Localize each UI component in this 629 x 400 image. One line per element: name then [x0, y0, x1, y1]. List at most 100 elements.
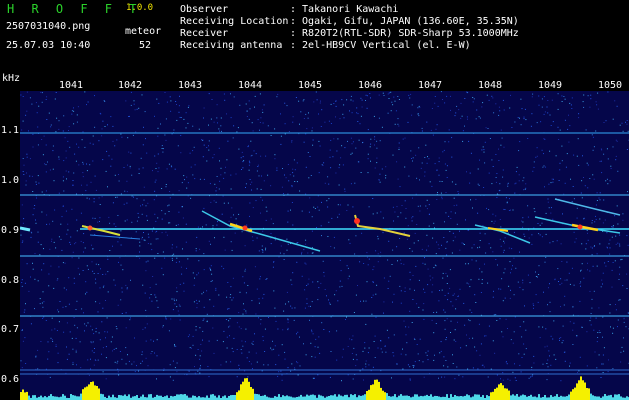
noise-speck: [200, 365, 201, 367]
noise-speck: [375, 316, 377, 318]
noise-speck: [388, 98, 390, 99]
noise-speck: [203, 117, 204, 119]
noise-speck: [73, 277, 75, 279]
histogram-bar: [602, 396, 604, 400]
noise-speck: [82, 163, 84, 165]
noise-speck: [137, 212, 139, 214]
noise-speck: [496, 374, 498, 376]
noise-speck: [547, 198, 549, 200]
info-antenna-label: Receiving antenna: [180, 40, 283, 51]
noise-speck: [225, 319, 227, 320]
noise-speck: [378, 179, 380, 181]
noise-speck: [192, 272, 194, 274]
noise-speck: [444, 163, 446, 165]
noise-speck: [564, 98, 566, 100]
noise-speck: [156, 339, 158, 341]
noise-speck: [580, 270, 581, 272]
noise-speck: [278, 354, 280, 356]
noise-speck: [54, 98, 56, 100]
noise-speck: [502, 176, 504, 178]
noise-speck: [559, 284, 561, 286]
noise-speck: [503, 240, 505, 242]
noise-speck: [174, 367, 176, 369]
noise-speck: [507, 183, 509, 185]
noise-speck: [66, 178, 67, 180]
noise-speck: [284, 351, 286, 353]
noise-speck: [423, 303, 425, 305]
noise-speck: [382, 217, 384, 219]
noise-speck: [261, 249, 263, 250]
noise-speck: [617, 170, 619, 172]
noise-speck: [67, 140, 69, 142]
noise-speck: [519, 326, 521, 328]
noise-speck: [453, 197, 455, 199]
noise-speck: [95, 327, 97, 329]
noise-speck: [583, 94, 585, 96]
noise-speck: [176, 246, 178, 248]
noise-speck: [155, 238, 157, 240]
noise-speck: [258, 250, 260, 252]
noise-speck: [202, 330, 204, 332]
noise-speck: [225, 166, 226, 168]
noise-speck: [208, 240, 210, 242]
noise-speck: [206, 160, 208, 162]
x-tick-1045: 1045: [298, 80, 323, 91]
noise-speck: [339, 280, 341, 282]
noise-speck: [149, 287, 151, 289]
noise-speck: [605, 180, 607, 182]
noise-speck: [47, 161, 48, 163]
noise-speck: [73, 184, 74, 186]
noise-speck: [459, 230, 460, 232]
noise-speck: [580, 192, 582, 194]
noise-speck: [143, 186, 145, 188]
noise-speck: [513, 331, 515, 333]
noise-speck: [85, 190, 87, 192]
histogram-bar: [212, 394, 214, 400]
histogram-bar: [86, 386, 88, 400]
noise-speck: [307, 283, 309, 285]
noise-speck: [292, 116, 294, 118]
noise-speck: [533, 307, 534, 309]
noise-speck: [543, 113, 545, 115]
noise-speck: [37, 231, 39, 233]
histogram-bar: [454, 395, 456, 400]
noise-speck: [446, 241, 448, 243]
histogram-bar: [62, 394, 64, 400]
histogram-bar: [54, 396, 56, 400]
noise-speck: [479, 117, 481, 119]
histogram-bar: [322, 396, 324, 400]
noise-speck: [168, 163, 170, 165]
noise-speck: [115, 226, 117, 227]
noise-speck: [63, 115, 65, 117]
noise-speck: [355, 147, 357, 149]
noise-speck: [73, 172, 75, 174]
noise-speck: [586, 162, 588, 164]
noise-speck: [351, 143, 353, 145]
noise-speck: [543, 153, 544, 155]
noise-speck: [376, 162, 378, 164]
noise-speck: [46, 214, 48, 216]
noise-speck: [157, 238, 159, 240]
noise-speck: [542, 363, 544, 365]
noise-speck: [531, 113, 533, 115]
histogram-bar: [260, 396, 262, 400]
noise-speck: [445, 272, 447, 274]
noise-speck: [230, 216, 232, 218]
noise-speck: [363, 379, 364, 381]
noise-speck: [258, 175, 260, 177]
noise-speck: [602, 372, 604, 373]
noise-speck: [469, 309, 471, 311]
noise-speck: [596, 253, 598, 255]
noise-speck: [304, 262, 306, 264]
noise-speck: [37, 368, 39, 370]
noise-speck: [444, 311, 446, 313]
noise-speck: [544, 186, 545, 188]
noise-speck: [522, 226, 524, 228]
histogram-bar: [594, 396, 596, 400]
noise-speck: [374, 136, 376, 138]
noise-speck: [134, 337, 135, 339]
noise-speck: [285, 177, 287, 179]
noise-speck: [188, 334, 190, 336]
noise-speck: [222, 341, 224, 343]
noise-speck: [514, 121, 516, 123]
